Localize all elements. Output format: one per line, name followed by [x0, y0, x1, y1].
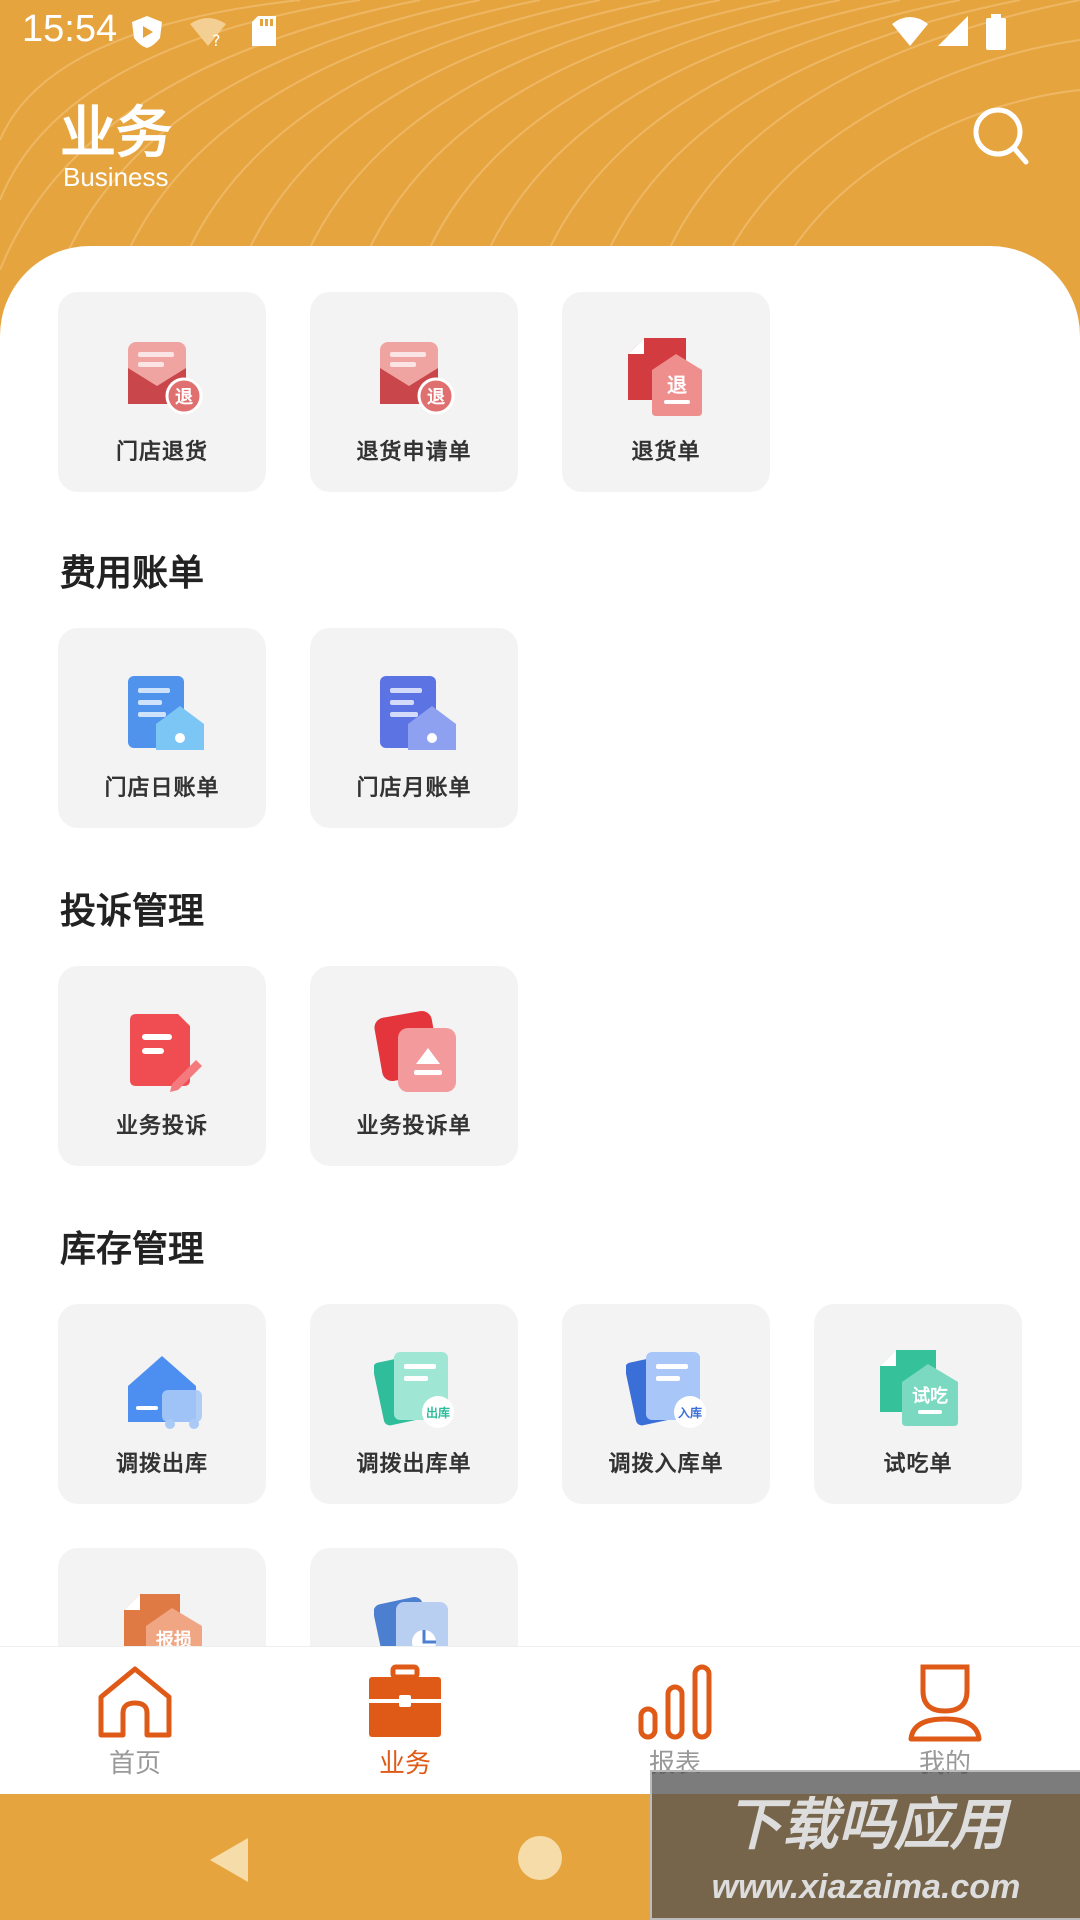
tile-transfer-in-form[interactable]: 入库 调拨入库单: [562, 1304, 770, 1504]
tile-label: 试吃单: [883, 1452, 953, 1477]
home-nav-icon[interactable]: [516, 1834, 564, 1882]
tile-label: 调拨出库: [115, 1452, 208, 1477]
watermark-title: 下载吗应用: [726, 1793, 1006, 1858]
tile-label: 退货申请单: [356, 440, 472, 465]
tile-inventory-report[interactable]: [310, 1548, 518, 1646]
loss-report-icon: 报损: [124, 1594, 202, 1646]
complaint-form-icon: [374, 1011, 456, 1092]
tile-label: 门店退货: [115, 440, 208, 465]
return-badge-text: 退: [667, 373, 687, 397]
tasting-form-icon: 试吃: [880, 1350, 958, 1426]
page-subtitle: Business: [63, 162, 169, 192]
watermark: 下载吗应用 www.xiazaima.com: [650, 1770, 1080, 1920]
return-order-icon: 退: [628, 338, 702, 416]
tile-complaint-form[interactable]: 业务投诉单: [310, 966, 518, 1166]
signal-icon: [938, 16, 968, 46]
inventory-report-icon: [374, 1596, 448, 1646]
header: 15:54 ? 业务 Business: [0, 0, 1080, 270]
bar-chart-icon: [638, 1664, 712, 1740]
tile-label: 调拨出库单: [356, 1452, 472, 1477]
tile-label: 调拨入库单: [608, 1452, 724, 1477]
return-badge-text: 退: [175, 387, 193, 408]
tile-label: 业务投诉: [115, 1114, 208, 1139]
tile-transfer-out-form[interactable]: 出库 调拨出库单: [310, 1304, 518, 1504]
tile-daily-bill[interactable]: 门店日账单: [58, 628, 266, 828]
transfer-out-form-icon: 出库: [374, 1352, 454, 1428]
tile-store-return[interactable]: 退 门店退货: [58, 292, 266, 492]
business-grid: 退 门店退货 退 退货申请单 退 退货单 费用账单 门店日账单 门店月账单 投诉…: [0, 246, 1080, 1646]
back-icon[interactable]: [204, 1834, 252, 1886]
tile-complaint[interactable]: 业务投诉: [58, 966, 266, 1166]
tile-tasting-form[interactable]: 试吃 试吃单: [814, 1304, 1022, 1504]
shield-icon: [132, 16, 162, 48]
tile-return-order[interactable]: 退 退货单: [562, 292, 770, 492]
home-icon: [98, 1666, 172, 1738]
tile-label: 门店月账单: [356, 776, 472, 801]
search-icon[interactable]: [972, 104, 1032, 168]
tab-home[interactable]: 首页: [0, 1647, 270, 1795]
tile-return-request[interactable]: 退 退货申请单: [310, 292, 518, 492]
svg-text:?: ?: [212, 31, 221, 50]
daily-bill-icon: [128, 676, 204, 750]
complaint-icon: [130, 1014, 202, 1092]
watermark-url: www.xiazaima.com: [711, 1868, 1021, 1906]
monthly-bill-icon: [380, 676, 456, 750]
status-time: 15:54: [22, 8, 118, 50]
battery-icon: [986, 14, 1006, 50]
section-title-bills: 费用账单: [60, 553, 205, 594]
tasting-badge-text: 试吃: [912, 1385, 948, 1407]
status-bar: 15:54 ?: [0, 0, 1080, 66]
tile-monthly-bill[interactable]: 门店月账单: [310, 628, 518, 828]
out-badge-text: 出库: [426, 1405, 450, 1420]
section-title-inventory: 库存管理: [60, 1229, 205, 1270]
wifi-question-icon: ?: [190, 18, 226, 50]
tile-label: 门店日账单: [104, 776, 220, 801]
person-icon: [908, 1664, 982, 1742]
return-request-icon: 退: [380, 342, 455, 415]
tab-label: 业务: [378, 1749, 431, 1779]
transfer-out-icon: [128, 1356, 202, 1429]
tab-label: 首页: [108, 1749, 161, 1779]
transfer-in-form-icon: 入库: [626, 1352, 706, 1428]
wifi-icon: [892, 17, 928, 46]
loss-badge-text: 报损: [156, 1629, 192, 1646]
briefcase-icon: [369, 1664, 441, 1737]
section-title-complaints: 投诉管理: [60, 891, 205, 932]
tile-label: 退货单: [631, 440, 701, 465]
tile-label: 业务投诉单: [356, 1114, 472, 1139]
sdcard-icon: [252, 16, 276, 46]
store-return-icon: 退: [128, 342, 203, 415]
return-badge-text: 退: [427, 387, 445, 408]
tab-business[interactable]: 业务: [270, 1647, 540, 1795]
in-badge-text: 入库: [678, 1405, 702, 1420]
page-title: 业务: [60, 101, 172, 166]
tile-loss-report[interactable]: 报损: [58, 1548, 266, 1646]
tile-transfer-out[interactable]: 调拨出库: [58, 1304, 266, 1504]
